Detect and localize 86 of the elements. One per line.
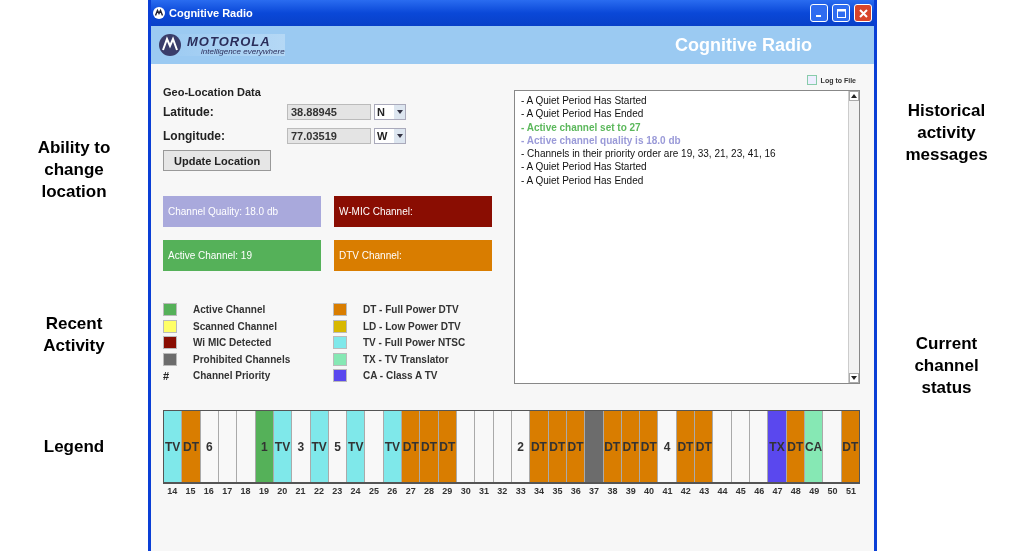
channel-number: 17 [221,486,234,496]
annotation-label: Current channel status [913,333,980,399]
channel-number: 33 [514,486,527,496]
channel-number: 42 [679,486,692,496]
channel-cell: TV [347,411,366,482]
direction-dropdown[interactable]: N [374,104,406,120]
channel-number: 23 [331,486,344,496]
field-label: Latitude: [163,105,215,119]
legend-label: Scanned Channel [193,320,277,332]
coordinate-field[interactable]: 77.03519 [287,128,371,144]
log-message: - Active channel set to 27 [521,120,642,134]
channel-number: 36 [569,486,582,496]
legend-label: Channel Priority [193,370,271,381]
channel-number: 35 [551,486,564,496]
window-title: Cognitive Radio [169,7,254,19]
channel-number: 25 [367,486,380,496]
annotation-label: Historical activity messages [904,100,989,166]
direction-dropdown[interactable]: W [374,128,406,144]
coordinate-field[interactable]: 38.88945 [287,104,371,120]
legend-label: Prohibited Channels [193,353,291,365]
status-panel: DTV Channel: [334,240,492,271]
log-message: - A Quiet Period Has Ended [521,173,645,188]
channel-number: 31 [478,486,490,496]
status-panel: W-MIC Channel: [334,196,492,227]
channel-cell: TX [768,411,787,482]
channel-number: 51 [844,486,857,496]
status-panel: Active Channel: 19 [163,240,321,271]
channel-number: 19 [257,486,270,496]
log-message: - Active channel quality is 18.0 db [521,133,682,148]
legend-label: TV - Full Power NTSC [363,337,466,348]
channel-number: 41 [661,486,674,496]
channel-number: 40 [643,486,656,496]
update-location-button[interactable]: Update Location [163,150,272,171]
channel-number: 48 [789,486,802,496]
legend-label: LD - Low Power DTV [363,320,461,332]
channel-number: 14 [166,486,179,496]
log-message: - A Quiet Period Has Ended [521,107,645,121]
channel-number: 20 [276,486,289,496]
channel-number: 32 [496,486,509,496]
channel-number: 22 [312,486,325,496]
annotation-label: Ability to change location [36,137,112,203]
legend-label: Active Channel [193,304,266,315]
channel-number: 28 [422,486,435,496]
channel-cell: DT [640,411,659,482]
annotation-label: Legend [42,436,106,458]
brand-name: MOTOROLA [187,34,272,48]
channel-number: 46 [753,486,766,496]
log-message: - Channels in their priority order are 19, 33, 21, 23, 41, 16 [521,147,777,161]
channel-number: 47 [771,486,784,496]
channel-number: 34 [533,486,546,496]
channel-number: 44 [716,486,729,496]
legend-label: CA - Class A TV [363,370,438,381]
section-heading: Geo-Location Data [163,86,262,98]
channel-number: 18 [239,486,252,496]
hash-symbol: # [163,369,171,382]
channel-number: 27 [404,486,417,496]
channel-number: 39 [624,486,637,496]
field-label: Longitude: [163,129,226,143]
channel-number: 16 [202,486,215,496]
legend-label: TX - TV Translator [363,353,449,365]
channel-number: 50 [826,486,839,496]
channel-number: 38 [606,486,619,496]
app-title: Cognitive Radio [675,34,812,56]
channel-number: 49 [808,486,821,496]
channel-number: 15 [184,486,197,496]
annotation-label: Recent Activity [42,313,106,357]
channel-number: 45 [734,486,747,496]
legend-label: Wi MIC Detected [193,337,272,348]
log-message: - A Quiet Period Has Started [521,94,648,108]
channel-cell: DT [530,411,549,482]
channel-cell: DT [182,411,201,482]
channel-number: 37 [588,486,601,496]
channel-cell: TV [164,411,183,482]
channel-number: 30 [459,486,472,496]
channel-number: 26 [386,486,399,496]
channel-cell: DT [695,411,714,482]
channel-cell: DT [420,411,439,482]
channel-number: 24 [349,486,362,496]
channel-cell: DT [402,411,421,482]
status-panel: Channel Quality: 18.0 db [163,196,321,227]
channel-number: 43 [698,486,711,496]
log-message: - A Quiet Period Has Started [521,160,648,174]
legend-label: DT - Full Power DTV [363,304,459,315]
channel-number: 21 [294,486,307,496]
brand-tagline: intelligence everywhere [201,47,285,56]
channel-number: 29 [441,486,454,496]
